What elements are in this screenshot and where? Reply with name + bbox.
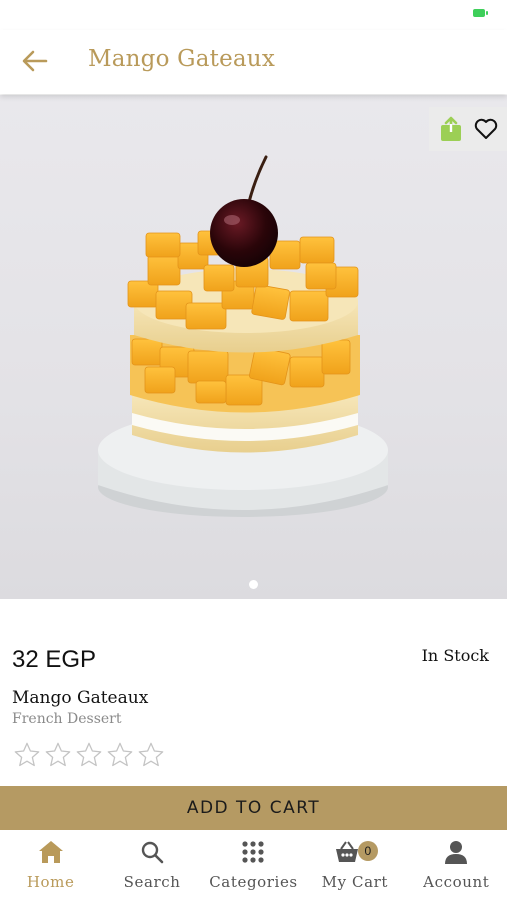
tab-label-my-cart: My Cart [321, 873, 389, 891]
battery-icon [473, 9, 488, 17]
grid-icon [242, 841, 265, 863]
rating-stars[interactable] [12, 740, 166, 770]
star-icon[interactable] [105, 740, 135, 770]
status-bar [0, 0, 507, 30]
search-icon [141, 841, 164, 864]
tab-label-search: Search [123, 873, 181, 891]
user-icon [445, 841, 468, 864]
tab-label-categories: Categories [209, 873, 298, 891]
product-image [98, 155, 388, 517]
product-info: 32 EGP In Stock Mango Gateaux French Des… [0, 600, 507, 786]
star-icon[interactable] [74, 740, 104, 770]
page-title: Mango Gateaux [88, 46, 275, 72]
stock-status: In Stock [421, 646, 489, 665]
cart-count-badge: 0 [357, 841, 378, 861]
tab-home[interactable]: Home [1, 838, 101, 891]
favorite-button[interactable] [472, 115, 500, 143]
tab-label-home: Home [26, 873, 75, 891]
tab-label-account: Account [423, 873, 490, 891]
product-name: Mango Gateaux [12, 688, 149, 708]
tab-search[interactable]: Search [102, 838, 202, 891]
tab-categories[interactable]: Categories [203, 838, 303, 891]
product-image-carousel[interactable] [0, 95, 507, 599]
bottom-tab-bar: Home Search Categories 0 My Cart Account [0, 830, 507, 900]
share-icon [440, 116, 461, 141]
carousel-dots [0, 580, 507, 589]
product-price: 32 EGP [12, 646, 97, 673]
arrow-left-icon [22, 50, 48, 72]
heart-icon [474, 118, 497, 139]
star-icon[interactable] [43, 740, 73, 770]
share-button[interactable] [437, 115, 465, 143]
back-button[interactable] [18, 44, 52, 78]
product-category: French Dessert [12, 711, 122, 727]
tab-account[interactable]: Account [406, 838, 506, 891]
star-icon[interactable] [12, 740, 42, 770]
tab-my-cart[interactable]: 0 My Cart [305, 838, 405, 891]
add-to-cart-button[interactable]: ADD TO CART [0, 786, 507, 830]
app-header: Mango Gateaux [0, 30, 507, 94]
carousel-dot-active[interactable] [249, 580, 258, 589]
star-icon[interactable] [136, 740, 166, 770]
hero-actions [429, 107, 507, 151]
home-icon [38, 841, 63, 863]
